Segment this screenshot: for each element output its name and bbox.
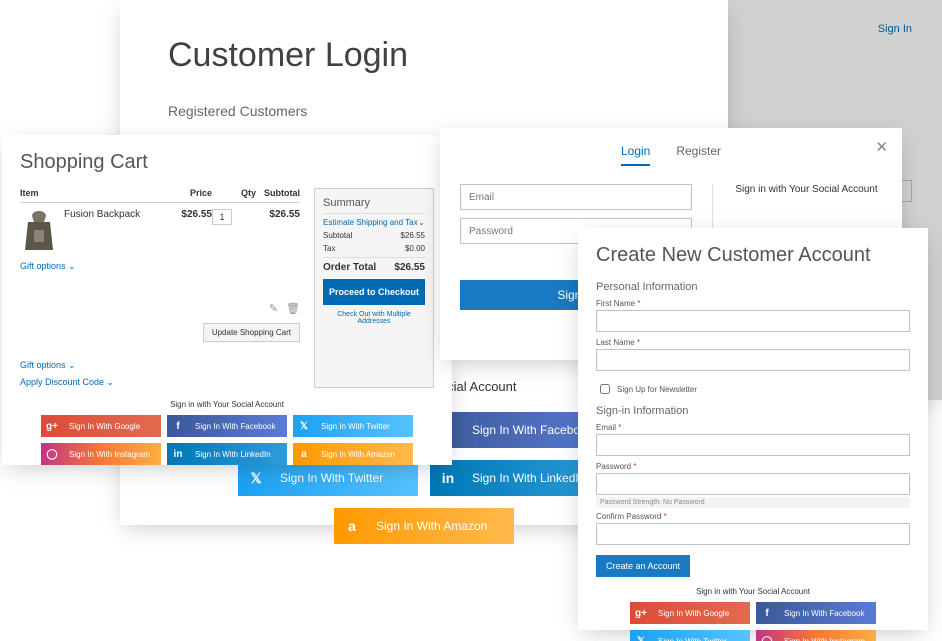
cart-linkedin-button[interactable]: inSign In With LinkedIn: [167, 443, 287, 465]
cart-facebook-button[interactable]: fSign In With Facebook: [167, 415, 287, 437]
email-label: Email *: [596, 423, 910, 432]
facebook-icon: f: [167, 421, 189, 432]
password-label: Password *: [596, 462, 910, 471]
qty-input[interactable]: 1: [212, 209, 232, 225]
create-email-input[interactable]: [596, 434, 910, 456]
proceed-checkout-button[interactable]: Proceed to Checkout: [323, 279, 425, 305]
first-name-input[interactable]: [596, 310, 910, 332]
gift-options-link-2[interactable]: Gift options ⌄: [20, 360, 300, 371]
edit-item-icon[interactable]: ✎: [269, 302, 278, 315]
item-subtotal: $26.55: [256, 209, 300, 220]
twitter-icon: 𝕏: [293, 421, 315, 432]
registered-customers-heading: Registered Customers: [168, 103, 680, 119]
create-twitter-button[interactable]: 𝕏Sign In With Twitter: [630, 630, 750, 641]
linkedin-icon: in: [430, 470, 466, 486]
product-thumbnail: [20, 209, 58, 255]
cart-social-heading: Sign in with Your Social Account: [20, 400, 434, 409]
cart-header-row: Item Price Qty Subtotal: [20, 188, 300, 203]
tab-login[interactable]: Login: [621, 144, 650, 166]
linkedin-icon: in: [167, 449, 189, 460]
amazon-icon: a: [293, 449, 315, 460]
signin-twitter-button[interactable]: 𝕏Sign In With Twitter: [238, 460, 418, 496]
confirm-password-input[interactable]: [596, 523, 910, 545]
order-summary: Summary Estimate Shipping and Tax⌄ Subto…: [314, 188, 434, 388]
shopping-cart-page: Shopping Cart Item Price Qty Subtotal Fu…: [2, 135, 452, 465]
google-icon: g+: [41, 421, 63, 432]
create-google-button[interactable]: g+Sign In With Google: [630, 602, 750, 624]
amazon-icon: a: [334, 518, 370, 534]
cart-instagram-button[interactable]: ◯Sign In With Instagram: [41, 443, 161, 465]
gift-options-link[interactable]: Gift options ⌄: [20, 261, 300, 272]
twitter-icon: 𝕏: [630, 636, 652, 641]
instagram-icon: ◯: [756, 636, 778, 641]
password-strength: Password Strength: No Password: [596, 497, 910, 508]
facebook-icon: f: [756, 608, 778, 619]
apply-discount-link[interactable]: Apply Discount Code ⌄: [20, 377, 300, 388]
modal-email-input[interactable]: [460, 184, 692, 210]
signin-info-heading: Sign-in Information: [596, 405, 910, 417]
create-facebook-button[interactable]: fSign In With Facebook: [756, 602, 876, 624]
signin-amazon-button[interactable]: aSign In With Amazon: [334, 508, 514, 544]
create-account-page: Create New Customer Account Personal Inf…: [578, 228, 928, 630]
create-account-button[interactable]: Create an Account: [596, 555, 690, 577]
estimate-shipping-toggle[interactable]: Estimate Shipping and Tax⌄: [323, 218, 425, 227]
twitter-icon: 𝕏: [238, 470, 274, 487]
google-icon: g+: [630, 608, 652, 619]
item-price: $26.55: [168, 209, 212, 220]
remove-item-icon[interactable]: 🗑: [286, 302, 300, 315]
cart-amazon-button[interactable]: aSign In With Amazon: [293, 443, 413, 465]
page-title: Customer Login: [168, 36, 680, 75]
tab-register[interactable]: Register: [676, 144, 721, 166]
cart-item-row: Fusion Backpack $26.55 1 $26.55: [20, 203, 300, 255]
cart-twitter-button[interactable]: 𝕏Sign In With Twitter: [293, 415, 413, 437]
create-social-heading: Sign in with Your Social Account: [596, 587, 910, 596]
create-instagram-button[interactable]: ◯Sign In With Instagram: [756, 630, 876, 641]
last-name-input[interactable]: [596, 349, 910, 371]
cart-title: Shopping Cart: [20, 151, 434, 174]
personal-info-heading: Personal Information: [596, 281, 910, 293]
multi-address-link[interactable]: Check Out with Multiple Addresses: [323, 311, 425, 325]
confirm-password-label: Confirm Password *: [596, 512, 910, 521]
newsletter-checkbox[interactable]: Sign Up for Newsletter: [596, 381, 910, 397]
first-name-label: First Name *: [596, 299, 910, 308]
last-name-label: Last Name *: [596, 338, 910, 347]
product-name[interactable]: Fusion Backpack: [58, 209, 168, 220]
instagram-icon: ◯: [41, 449, 63, 460]
create-account-title: Create New Customer Account: [596, 244, 910, 267]
cart-google-button[interactable]: g+Sign In With Google: [41, 415, 161, 437]
update-cart-button[interactable]: Update Shopping Cart: [203, 323, 300, 342]
create-password-input[interactable]: [596, 473, 910, 495]
close-icon[interactable]: ✕: [875, 138, 888, 156]
